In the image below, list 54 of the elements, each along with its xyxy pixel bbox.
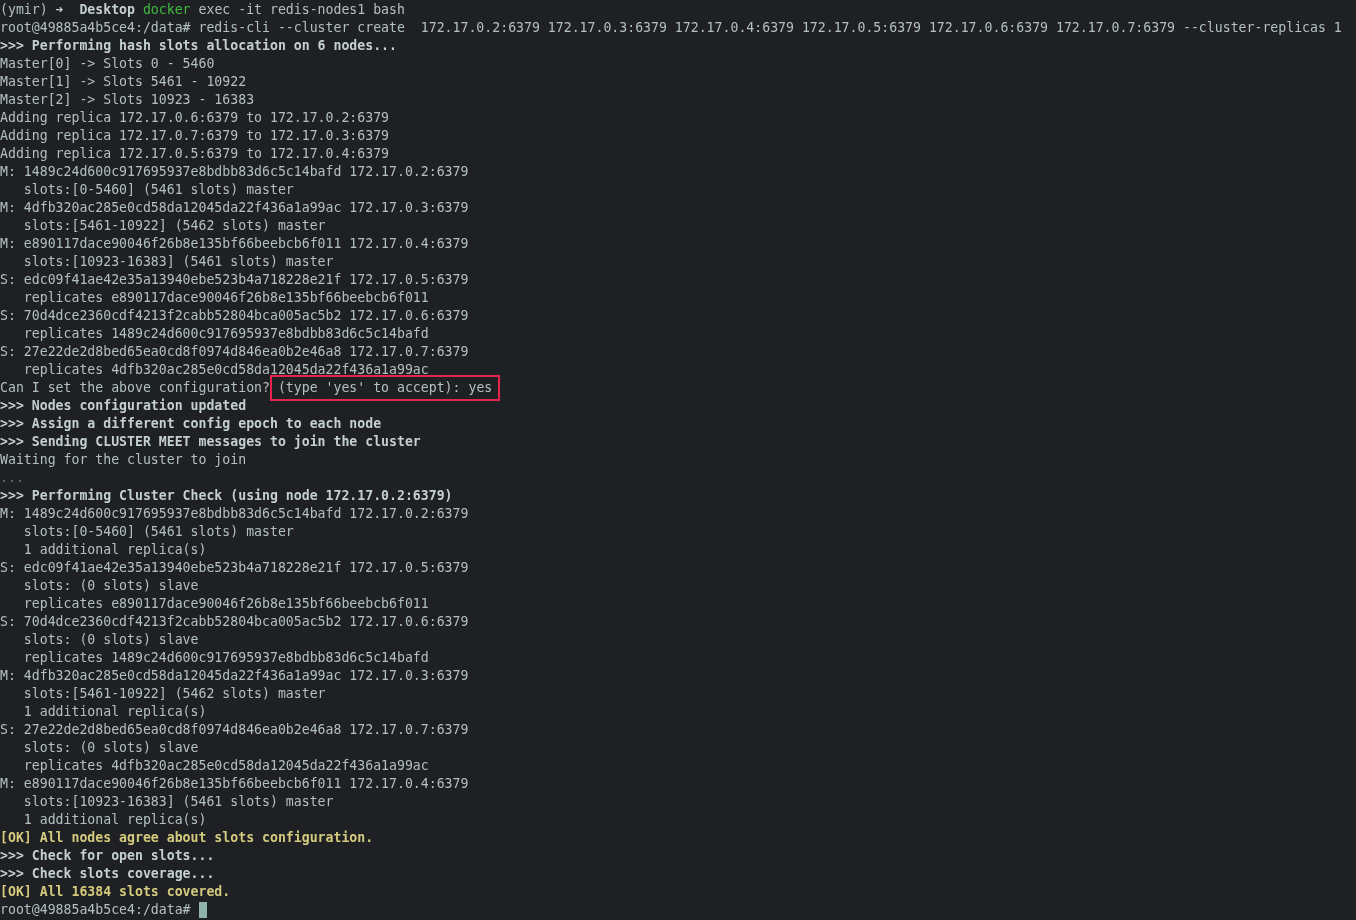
terminal-text: replicates e890117dace90046f26b8e135bf66beebcb6f011 [22,289,429,307]
terminal-text: slots: (0 slots) slave [22,739,199,757]
terminal-text: slots:[5461-10922] (5462 slots) master [22,217,326,235]
terminal-text: replicates 4dfb320ac285e0cd58da12045da22f436a1a99ac [22,757,429,775]
terminal-text: Can I set the above configuration? [0,379,271,397]
terminal-text: slots: (0 slots) slave [22,631,199,649]
terminal-text: >>> Performing Cluster Check (using node 172.17.0.2:6379) [0,487,453,505]
highlighted-text: (type 'yes' to accept): yes [269,375,501,401]
terminal-text: >>> Assign a different config epoch to each node [0,415,382,433]
terminal-text: slots:[5461-10922] (5462 slots) master [22,685,326,703]
terminal-text: >>> Performing hash slots allocation on 6 nodes... [0,37,397,55]
terminal-text: slots:[10923-16383] (5461 slots) master [22,253,334,271]
terminal-text: M: 4dfb320ac285e0cd58da12045da22f436a1a99ac 172.17.0.3:6379 [0,199,469,217]
terminal-text: exec -it redis-nodes1 bash [197,1,405,19]
terminal-text: [OK] All nodes agree about slots configuration. [0,829,374,847]
terminal-text: M: 4dfb320ac285e0cd58da12045da22f436a1a99ac 172.17.0.3:6379 [0,667,469,685]
terminal-text: M: 1489c24d600c917695937e8bdbb83d6c5c14bafd 172.17.0.2:6379 [0,163,469,181]
terminal-text: 1 additional replica(s) [22,703,207,721]
terminal-text: replicates e890117dace90046f26b8e135bf66beebcb6f011 [22,595,429,613]
terminal-text: S: 27e22de2d8bed65ea0cd8f0974d846ea0b2e46a8 172.17.0.7:6379 [0,343,469,361]
terminal-text: [OK] All 16384 slots covered. [0,883,231,901]
terminal-text: (ymir) [0,1,49,19]
terminal-text: Adding replica 172.17.0.6:6379 to 172.17.0.2:6379 [0,109,390,127]
terminal-text: replicates 1489c24d600c917695937e8bdbb83d6c5c14bafd [22,325,429,343]
terminal-text: 1 additional replica(s) [22,541,207,559]
terminal-text: S: 27e22de2d8bed65ea0cd8f0974d846ea0b2e46a8 172.17.0.7:6379 [0,721,469,739]
terminal-text: M: 1489c24d600c917695937e8bdbb83d6c5c14bafd 172.17.0.2:6379 [0,505,469,523]
terminal-text: >>> Nodes configuration updated [0,397,247,415]
terminal-text: >>> Sending CLUSTER MEET messages to join the cluster [0,433,421,451]
terminal-text: S: edc09f41ae42e35a13940ebe523b4a718228e21f 172.17.0.5:6379 [0,271,469,289]
terminal-text: >>> Check slots coverage... [0,865,215,883]
terminal-text: root@49885a4b5ce4:/data# [0,901,192,919]
terminal-text: S: edc09f41ae42e35a13940ebe523b4a718228e21f 172.17.0.5:6379 [0,559,469,577]
terminal-text: Master[0] -> Slots 0 - 5460 [0,55,215,73]
terminal-text: root@49885a4b5ce4:/data# redis-cli --cluster create 172.17.0.2:6379 172.17.0.3:6379 172.17.0.4:6379 172.17.0.5:6379 172.17.0.6:6379 172.17.0.7:6379 --cluster-replicas 1 [0,19,1342,37]
terminal-text: slots:[10923-16383] (5461 slots) master [22,793,334,811]
terminal-text: S: 70d4dce2360cdf4213f2cabb52804bca005ac5b2 172.17.0.6:6379 [0,613,469,631]
terminal-text: M: e890117dace90046f26b8e135bf66beebcb6f011 172.17.0.4:6379 [0,235,469,253]
terminal-text: Master[2] -> Slots 10923 - 16383 [0,91,255,109]
terminal-text: 1 additional replica(s) [22,811,207,829]
terminal-text: >>> Check for open slots... [0,847,215,865]
terminal-text: ... [0,469,24,487]
terminal-text: slots:[0-5460] (5461 slots) master [22,181,294,199]
terminal-text: Adding replica 172.17.0.5:6379 to 172.17.0.4:6379 [0,145,390,163]
terminal-text: Waiting for the cluster to join [0,451,247,469]
terminal-text: S: 70d4dce2360cdf4213f2cabb52804bca005ac5b2 172.17.0.6:6379 [0,307,469,325]
terminal-text: docker [142,1,191,19]
terminal-text: slots: (0 slots) slave [22,577,199,595]
terminal-text: replicates 1489c24d600c917695937e8bdbb83d6c5c14bafd [22,649,429,667]
terminal-text: Master[1] -> Slots 5461 - 10922 [0,73,247,91]
terminal-text: ➜ Desktop [55,1,136,19]
terminal-text: M: e890117dace90046f26b8e135bf66beebcb6f011 172.17.0.4:6379 [0,775,469,793]
terminal-text: Adding replica 172.17.0.7:6379 to 172.17.0.3:6379 [0,127,390,145]
terminal-text: slots:[0-5460] (5461 slots) master [22,523,294,541]
